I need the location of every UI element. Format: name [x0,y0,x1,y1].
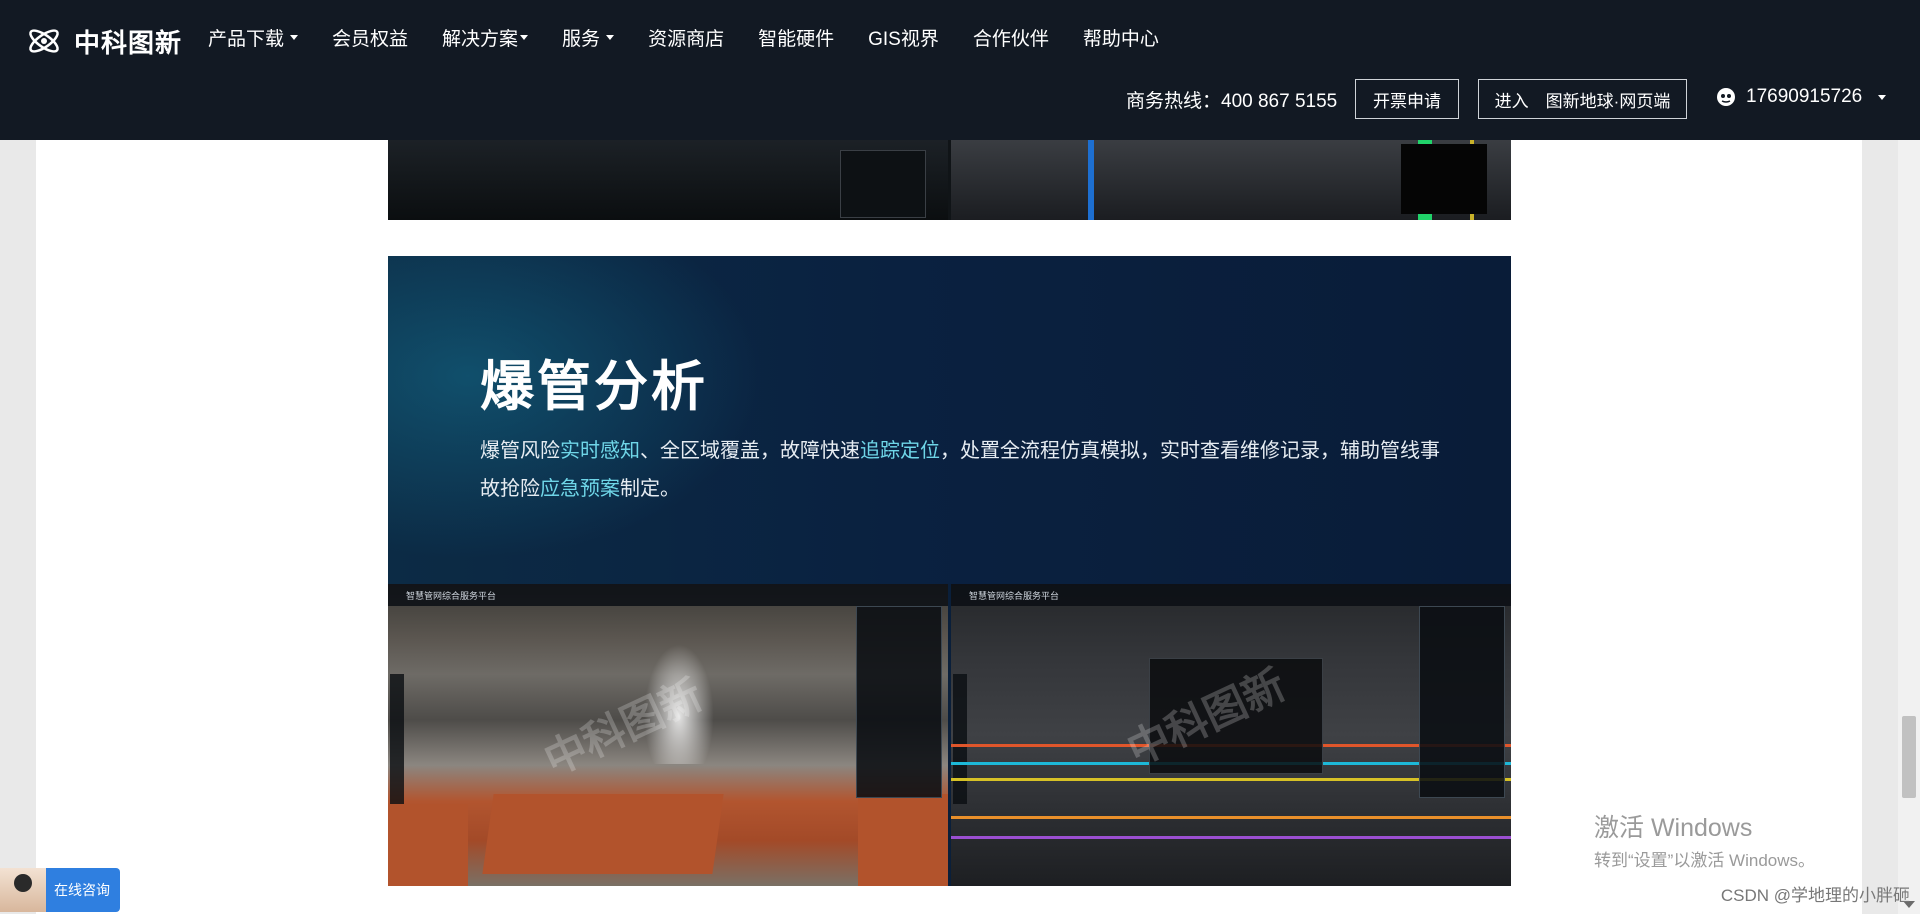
screenshot-pipe-network-view: 智慧管网综合服务平台 中科图新 [951,584,1511,886]
roof [482,794,724,874]
csdn-watermark: CSDN @学地理的小胖砸 [1720,886,1910,905]
brand-name: 中科图新 [74,27,183,58]
main-nav: 产品下载 会员权益 解决方案 服务 资源商店 智能硬件 GIS视界 合作伙伴 帮… [208,24,1193,51]
windows-activation-notice: 激活 Windows 转到“设置”以激活 Windows。 [1594,808,1815,871]
nav-label: 解决方案 [442,29,519,50]
online-consult-button[interactable]: 在线咨询 [0,868,120,912]
nav-label: 资源商店 [648,29,725,50]
invoice-request-button[interactable]: 开票申请 [1355,79,1459,119]
pipe-line-blue [1088,140,1094,220]
screenshot-toolbar [390,674,404,804]
map-side-panel [840,150,926,218]
caret-down-icon [606,35,615,40]
nav-item-resource-store[interactable]: 资源商店 [648,24,724,51]
desc-text: 制定。 [620,478,680,500]
activation-title: 激活 Windows [1594,814,1753,842]
pipe-line-purple [951,836,1511,839]
screenshot-title: 智慧管网综合服务平台 [406,590,497,601]
business-hotline: 商务热线：400 867 5155 [1126,91,1338,112]
feature-card-burst-pipe: 爆管分析 爆管风险实时感知、全区域覆盖，故障快速追踪定位，处置全流程仿真模拟，实… [388,256,1511,886]
nav-item-smart-hardware[interactable]: 智能硬件 [758,24,834,51]
enter-web-earth-button[interactable]: 进入 图新地球·网页端 [1478,79,1687,119]
caret-down-icon [290,35,299,40]
nav-label: 服务 [562,29,601,50]
nav-label: 合作伙伴 [972,29,1049,50]
nav-label: GIS视界 [868,29,939,50]
scrollbar-thumb[interactable] [1902,716,1916,798]
pipe-line-orange [951,816,1511,819]
nav-item-help-center[interactable]: 帮助中心 [1083,24,1159,51]
nav-label: 智能硬件 [758,29,835,50]
user-menu[interactable]: 17690915726 [1716,86,1887,108]
nav-label: 产品下载 [208,29,285,50]
feature-description: 爆管风险实时感知、全区域覆盖，故障快速追踪定位，处置全流程仿真模拟，实时查看维修… [480,432,1440,508]
nav-item-partners[interactable]: 合作伙伴 [973,24,1049,51]
screenshot-aerial-view: 智慧管网综合服务平台 中科图新 [388,584,948,886]
activation-subtitle: 转到“设置”以激活 Windows。 [1594,851,1816,870]
desc-text: 爆管风险 [480,440,560,462]
nav-item-membership[interactable]: 会员权益 [332,24,408,51]
desc-highlight: 应急预案 [540,478,620,500]
map-dark-panel [1401,144,1487,214]
site-header: 中科图新 产品下载 会员权益 解决方案 服务 资源商店 智能硬件 GIS视界 合… [0,0,1920,140]
feature-card-header: 爆管分析 爆管风险实时感知、全区域覆盖，故障快速追踪定位，处置全流程仿真模拟，实… [388,256,1511,584]
previous-feature-image [388,140,1511,220]
nav-label: 帮助中心 [1082,29,1159,50]
consult-label: 在线咨询 [54,882,110,898]
caret-down-icon [520,35,529,40]
desc-highlight: 实时感知 [560,440,640,462]
watermark: 中科图新 [537,670,710,785]
desc-highlight: 追踪定位 [860,440,940,462]
nav-label: 会员权益 [332,29,409,50]
brand-logo[interactable]: 中科图新 [24,18,182,64]
nav-item-gis-view[interactable]: GIS视界 [868,24,939,51]
screenshot-title: 智慧管网综合服务平台 [969,590,1060,601]
nav-item-product-download[interactable]: 产品下载 [208,24,299,51]
caret-down-icon [1878,94,1887,100]
screenshot-titlebar: 智慧管网综合服务平台 [951,584,1511,606]
user-avatar-icon [1717,88,1735,106]
user-phone: 17690915726 [1746,86,1863,107]
nav-item-solutions[interactable]: 解决方案 [442,24,529,51]
screenshot-info-panel [856,606,942,798]
desc-text: 、全区域覆盖，故障快速 [640,440,860,462]
roof [858,794,948,886]
roof [388,804,468,886]
nav-item-services[interactable]: 服务 [562,24,615,51]
screenshot-toolbar [953,674,967,804]
feature-title: 爆管分析 [480,357,708,417]
screenshot-info-panel [1419,606,1505,798]
logo-icon [29,29,59,53]
consultant-avatar [0,868,46,912]
screenshot-titlebar: 智慧管网综合服务平台 [388,584,948,606]
